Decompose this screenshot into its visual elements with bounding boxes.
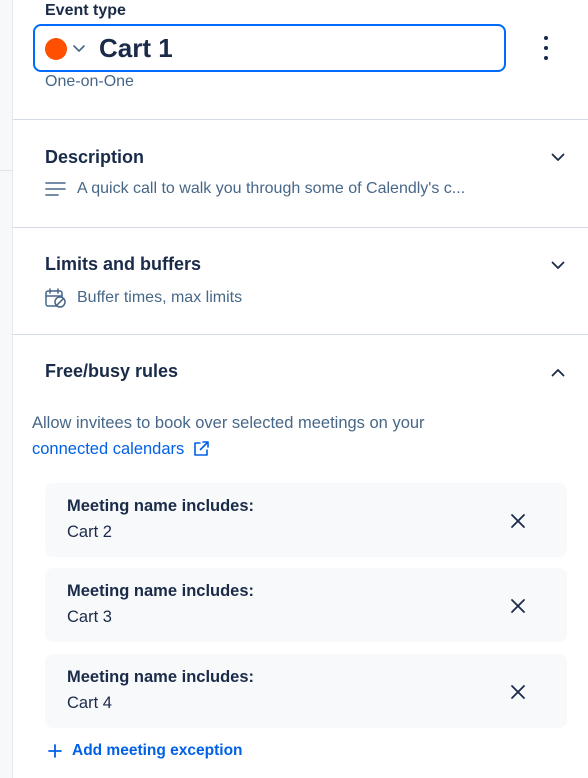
chevron-down-icon[interactable]	[550, 149, 566, 165]
description-summary: A quick call to walk you through some of…	[45, 180, 465, 198]
rule-value: Cart 4	[67, 694, 112, 712]
left-strip	[0, 0, 13, 778]
connected-calendars-label[interactable]: connected calendars	[32, 436, 184, 462]
description-title[interactable]: Description	[45, 147, 144, 168]
event-type-label: Event type	[45, 2, 126, 19]
more-options-icon[interactable]	[539, 36, 553, 60]
limits-section[interactable]: Limits and buffers Buffer times, max lim…	[13, 228, 588, 335]
rule-card: Meeting name includes: Cart 2	[45, 483, 567, 557]
chevron-down-icon[interactable]	[72, 41, 86, 55]
event-header: Event type Cart 1 One-on-One	[13, 0, 588, 120]
freebusy-title[interactable]: Free/busy rules	[45, 361, 178, 382]
limits-summary-text: Buffer times, max limits	[77, 289, 243, 306]
event-color-dot[interactable]	[45, 38, 67, 60]
add-meeting-exception-label[interactable]: Add meeting exception	[72, 742, 243, 760]
add-meeting-exception-button[interactable]: Add meeting exception	[48, 742, 243, 760]
chevron-down-icon[interactable]	[550, 257, 566, 273]
rule-value: Cart 3	[67, 608, 112, 626]
event-kind-label: One-on-One	[45, 73, 134, 90]
rule-label: Meeting name includes:	[67, 497, 255, 515]
close-icon[interactable]	[510, 684, 526, 700]
close-icon[interactable]	[510, 598, 526, 614]
description-section[interactable]: Description A quick call to walk you thr…	[13, 120, 588, 228]
rule-label: Meeting name includes:	[67, 668, 255, 686]
rule-value: Cart 2	[67, 523, 112, 541]
strip-divider	[0, 170, 13, 171]
event-name-value[interactable]: Cart 1	[99, 30, 173, 66]
rule-card: Meeting name includes: Cart 4	[45, 654, 567, 728]
limits-title[interactable]: Limits and buffers	[45, 254, 201, 275]
text-lines-icon	[45, 182, 66, 196]
chevron-up-icon[interactable]	[550, 365, 566, 381]
freebusy-description: Allow invitees to book over selected mee…	[32, 410, 532, 462]
plus-icon[interactable]	[48, 744, 62, 758]
description-summary-text: A quick call to walk you through some of…	[77, 180, 466, 197]
event-name-field[interactable]: Cart 1	[33, 24, 506, 72]
rule-label: Meeting name includes:	[67, 582, 255, 600]
limits-summary: Buffer times, max limits	[45, 288, 242, 308]
connected-calendars-link[interactable]: connected calendars	[32, 436, 210, 462]
calendar-block-icon	[45, 288, 66, 308]
event-editor-panel: Event type Cart 1 One-on-One Description…	[0, 0, 588, 778]
external-link-icon[interactable]	[192, 440, 210, 458]
close-icon[interactable]	[510, 513, 526, 529]
rule-card: Meeting name includes: Cart 3	[45, 568, 567, 642]
freebusy-description-text: Allow invitees to book over selected mee…	[32, 414, 425, 432]
